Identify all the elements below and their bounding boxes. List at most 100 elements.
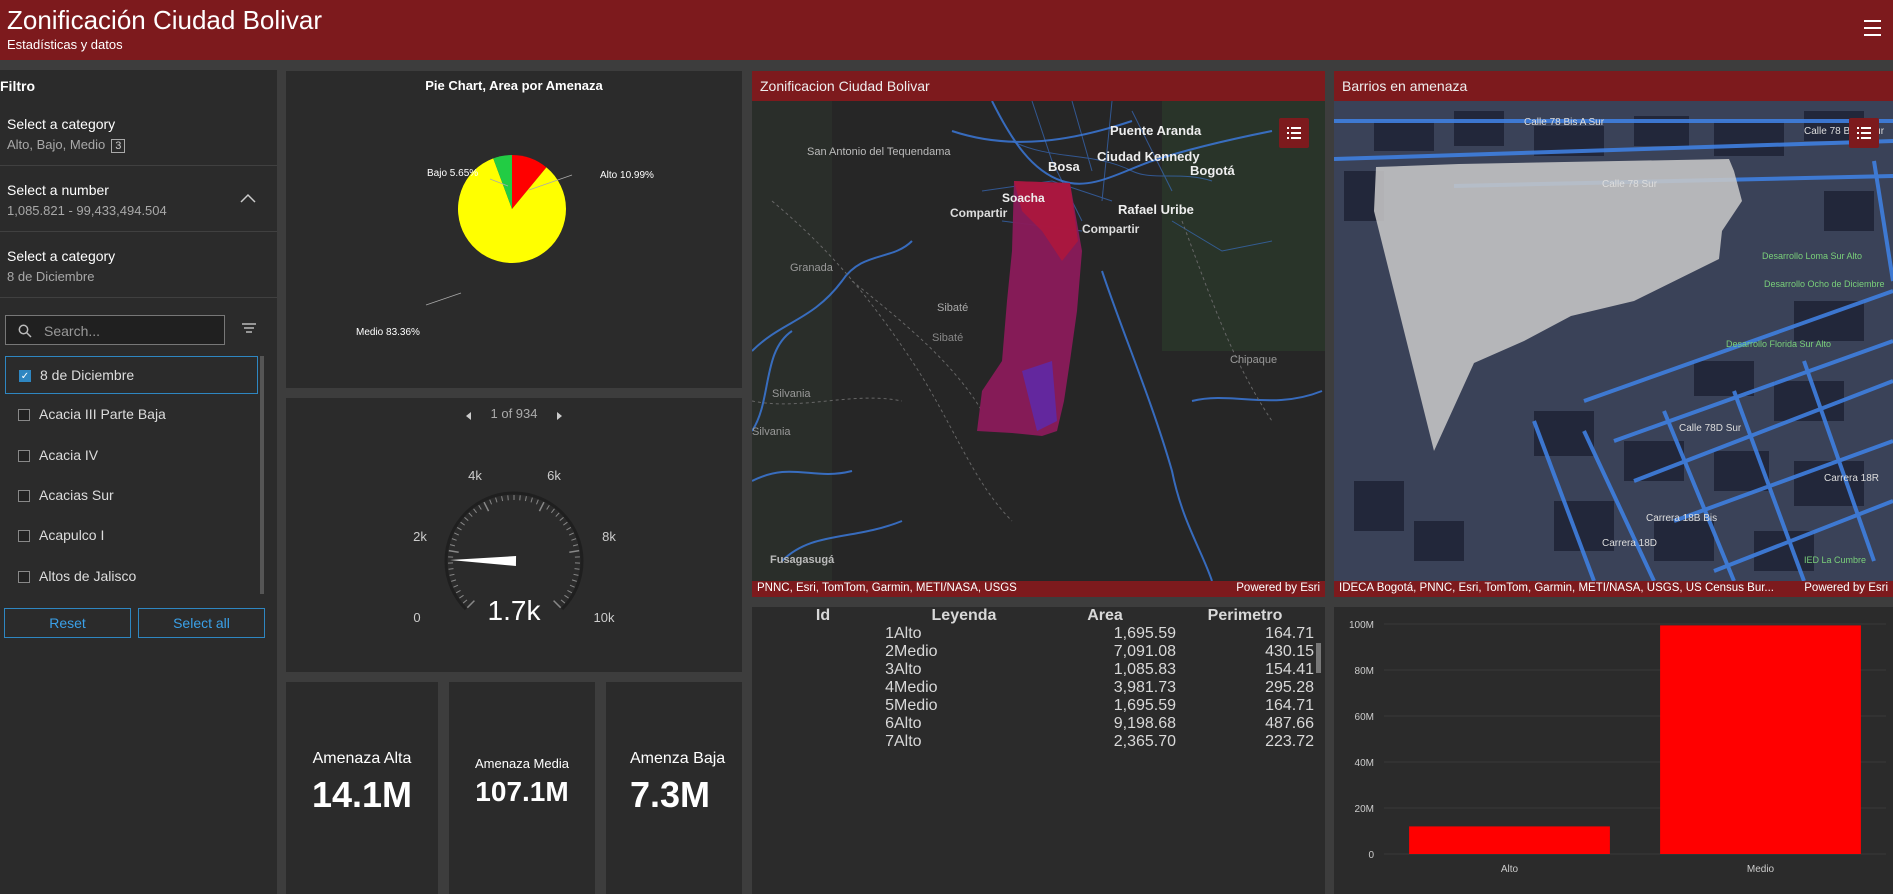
pie-label-medio: Medio 83.36% xyxy=(356,327,420,338)
table-row[interactable]: 5 Medio 1,695.59 164.71 xyxy=(752,697,1314,715)
table-row[interactable]: 1 Alto 1,695.59 164.71 xyxy=(752,625,1314,643)
search-input[interactable]: Search... xyxy=(5,315,225,345)
checkbox[interactable] xyxy=(18,409,30,421)
column-header-leyenda[interactable]: Leyenda xyxy=(894,607,1034,625)
map-label: Carrera 18R xyxy=(1824,473,1879,484)
checkbox[interactable] xyxy=(18,530,30,542)
table-cell: 154.41 xyxy=(1265,661,1314,678)
gauge-tick-mark xyxy=(456,526,462,531)
map-canvas-barrios[interactable]: Calle 78 Bis A Sur Calle 78 Bis A Sur Ca… xyxy=(1334,101,1893,581)
map-label: Bogotá xyxy=(1190,163,1236,178)
table-row[interactable]: 6 Alto 9,198.68 487.66 xyxy=(752,715,1314,733)
map-label: Carrera 18B Bis xyxy=(1646,513,1717,524)
gauge-tick-mark xyxy=(538,501,545,512)
bar-medio[interactable] xyxy=(1660,625,1861,854)
table-cell: Alto xyxy=(894,661,922,678)
hamburger-icon[interactable] xyxy=(1864,20,1881,36)
map-label: Silvania xyxy=(752,426,791,438)
table-row[interactable]: 4 Medio 3,981.73 295.28 xyxy=(752,679,1314,697)
list-item[interactable]: Altos de Jalisco xyxy=(5,558,258,596)
table-cell: 4 xyxy=(885,679,894,696)
reset-button[interactable]: Reset xyxy=(4,608,131,638)
table-row[interactable]: 2 Medio 7,091.08 430.15 xyxy=(752,643,1314,661)
map-label: Calle 78D Sur xyxy=(1679,423,1742,434)
legend-list-button[interactable] xyxy=(1849,118,1879,148)
pie-label-alto: Alto 10.99% xyxy=(600,170,654,181)
y-tick-label: 60M xyxy=(1355,712,1374,723)
map-label: Fusagasugá xyxy=(770,554,835,566)
column-header-area[interactable]: Area xyxy=(1034,607,1176,625)
map-canvas[interactable]: San Antonio del Tequendama Puente Aranda… xyxy=(752,101,1325,581)
gauge-tick-mark xyxy=(451,579,457,582)
gauge-tick-mark xyxy=(459,594,464,599)
gauge-tick-8k: 8k xyxy=(602,529,616,544)
app-header: Zonificación Ciudad Bolivar Estadísticas… xyxy=(0,0,1893,60)
map-attribution: IDECA Bogotá, PNNC, Esri, TomTom, Garmin… xyxy=(1334,581,1893,597)
gauge-tick-mark xyxy=(564,594,569,599)
chevron-up-icon[interactable] xyxy=(240,193,256,203)
column-header-perimetro[interactable]: Perimetro xyxy=(1176,607,1314,625)
table-cell: 3 xyxy=(885,661,894,678)
table-cell: 223.72 xyxy=(1265,733,1314,750)
bar-alto[interactable] xyxy=(1409,826,1610,854)
gauge-tick-6k: 6k xyxy=(547,468,561,483)
table-cell: 1,695.59 xyxy=(1113,697,1176,714)
gauge-tick-mark xyxy=(455,589,461,594)
table-cell: 7,091.08 xyxy=(1113,643,1176,660)
map-attribution: PNNC, Esri, TomTom, Garmin, METI/NASA, U… xyxy=(752,581,1325,597)
select-all-button[interactable]: Select all xyxy=(138,608,265,638)
column-header-id[interactable]: Id xyxy=(752,607,894,625)
gauge-tick-mark xyxy=(530,497,533,503)
map-label: Ciudad Kennedy xyxy=(1097,149,1200,164)
map-panel-barrios: Barrios en amenaza Calle 78 Bis A Sur Ca… xyxy=(1334,71,1893,597)
category-filter-value: Alto, Bajo, Medio xyxy=(7,137,106,152)
gauge-tick-mark xyxy=(473,508,478,514)
checkbox[interactable] xyxy=(18,490,30,502)
gauge-tick-mark xyxy=(489,499,493,505)
gauge-tick-mark xyxy=(448,568,454,570)
x-tick-label: Alto xyxy=(1501,864,1519,875)
gauge-tick-mark xyxy=(563,521,568,526)
checkbox[interactable] xyxy=(18,450,30,462)
list-item[interactable]: Acapulco I xyxy=(5,517,258,555)
map-label: Chipaque xyxy=(1230,354,1277,366)
gauge-tick-mark xyxy=(478,505,482,510)
category-filter[interactable]: Select a category Alto, Bajo, Medio 3 xyxy=(0,100,277,166)
map-label: Sibaté xyxy=(937,302,968,314)
filter-list-icon[interactable] xyxy=(241,322,257,336)
list-item[interactable]: Acacia IV xyxy=(5,437,258,475)
gauge-tick-mark xyxy=(468,512,473,517)
map-label: Sibaté xyxy=(932,332,963,344)
map-label: Calle 78 Bis A Sur xyxy=(1524,117,1605,128)
list-item[interactable]: ✓ 8 de Diciembre xyxy=(5,356,258,394)
gauge-tick-mark xyxy=(573,573,579,576)
list-item[interactable]: Acacias Sur xyxy=(5,477,258,515)
table-cell: Alto xyxy=(894,715,922,732)
table-row[interactable]: 3 Alto 1,085.83 154.41 xyxy=(752,661,1314,679)
number-filter[interactable]: Select a number 1,085.821 - 99,433,494.5… xyxy=(0,166,277,232)
table-cell: 5 xyxy=(885,697,894,714)
gauge-tick-mark xyxy=(535,499,539,505)
table-scrollbar[interactable] xyxy=(1316,643,1321,673)
table-cell: 1,085.83 xyxy=(1113,661,1176,678)
gauge-tick-mark xyxy=(451,538,457,541)
indicator-baja: Amenza Baja 7.3M xyxy=(606,682,742,894)
category-filter-2[interactable]: Select a category 8 de Diciembre xyxy=(0,232,277,298)
table-row[interactable]: 7 Alto 2,365.70 223.72 xyxy=(752,733,1314,751)
map-label: Calle 78 Sur xyxy=(1602,179,1658,190)
table-cell: 6 xyxy=(885,715,894,732)
gauge-tick-mark xyxy=(462,599,468,604)
checkbox-checked[interactable]: ✓ xyxy=(19,370,31,382)
indicator-media: Amenaza Media 107.1M xyxy=(449,682,595,894)
gauge-tick-mark xyxy=(454,532,460,536)
checkbox[interactable] xyxy=(18,571,30,583)
gauge-tick-mark xyxy=(448,549,459,553)
map-label: IED La Cumbre xyxy=(1804,555,1866,565)
y-tick-label: 80M xyxy=(1355,666,1374,677)
gauge-tick-mark xyxy=(495,497,498,503)
pie-chart-panel: Pie Chart, Area por Amenaza Bajo 5.65% A… xyxy=(286,71,742,388)
legend-list-button[interactable] xyxy=(1279,118,1309,148)
bar-chart: 0 20M 40M 60M 80M 100M Alto Medio xyxy=(1349,620,1886,875)
list-item[interactable]: Acacia III Parte Baja xyxy=(5,396,258,434)
list-scrollbar[interactable] xyxy=(260,356,264,594)
